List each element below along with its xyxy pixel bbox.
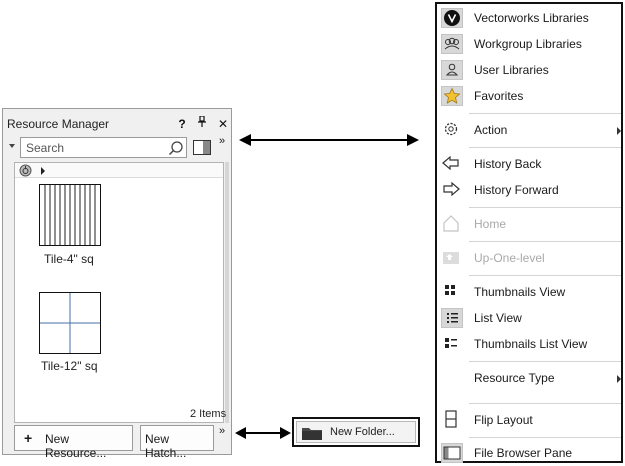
resource-thumbnail[interactable] xyxy=(39,184,101,246)
path-bar xyxy=(15,163,223,178)
resource-manager-menu: Vectorworks Libraries Workgroup Librarie… xyxy=(435,2,623,463)
menu-item-history-forward[interactable]: History Forward xyxy=(437,178,621,202)
menu-item-list-view[interactable]: List View xyxy=(437,306,621,330)
menu-item-favorites[interactable]: Favorites xyxy=(437,84,621,108)
menu-item-thumbnails-list-view[interactable]: Thumbnails List View xyxy=(437,332,621,356)
plus-icon: + xyxy=(24,430,33,446)
scrollbar[interactable] xyxy=(225,162,229,423)
menu-item-flip-layout[interactable]: Flip Layout xyxy=(437,408,621,432)
thumb-list-icon xyxy=(441,334,463,354)
resource-browser-content: Tile-4" sq Tile-12" sq xyxy=(14,162,224,423)
menu-item-action[interactable]: Action xyxy=(437,118,621,142)
menu-item-label: Home xyxy=(474,217,507,231)
new-folder-callout: New Folder... xyxy=(292,417,420,447)
new-hatch-button[interactable]: New Hatch... xyxy=(140,425,214,460)
flip-icon xyxy=(441,410,463,430)
menu-item-label: Flip Layout xyxy=(474,413,533,427)
menu-item-label: Resource Type xyxy=(474,371,555,385)
menu-separator xyxy=(469,403,621,404)
folder-icon xyxy=(301,425,323,444)
search-placeholder: Search xyxy=(26,141,65,155)
menu-item-label: Workgroup Libraries xyxy=(474,37,582,51)
menu-item-workgroup-libraries[interactable]: Workgroup Libraries xyxy=(437,32,621,56)
double-arrow-connector xyxy=(235,427,291,439)
new-resource-button[interactable]: + New Resource... xyxy=(14,425,133,460)
file-icon[interactable] xyxy=(19,164,32,180)
overflow-chevron-icon[interactable]: » xyxy=(219,135,225,147)
menu-separator xyxy=(469,113,621,114)
menu-item-home: Home xyxy=(437,212,621,236)
menu-item-label: Thumbnails List View xyxy=(474,337,588,351)
grid-icon xyxy=(441,282,463,302)
menu-separator xyxy=(469,437,621,438)
folder-up-icon xyxy=(441,248,463,268)
pin-icon[interactable] xyxy=(195,115,209,131)
menu-item-label: List View xyxy=(474,311,522,325)
new-folder-label: New Folder... xyxy=(330,426,395,438)
menu-item-vectorworks-libraries[interactable]: Vectorworks Libraries xyxy=(437,6,621,30)
pane-icon xyxy=(441,443,463,463)
new-resource-label: New Resource... xyxy=(45,432,107,460)
list-icon xyxy=(441,308,463,328)
close-button[interactable]: ✕ xyxy=(216,117,230,131)
menu-separator xyxy=(469,275,621,276)
home-icon xyxy=(441,214,463,234)
new-hatch-label: New Hatch... xyxy=(145,432,187,460)
new-folder-button[interactable]: New Folder... xyxy=(296,421,416,443)
menu-item-label: Up-One-level xyxy=(474,251,545,265)
overflow-chevron-icon[interactable]: » xyxy=(219,425,225,437)
resource-manager-palette: Resource Manager ? ✕ Search » Tile-4" sq… xyxy=(2,108,232,460)
star-icon xyxy=(441,86,463,106)
menu-item-label: Action xyxy=(474,123,508,137)
arrow-left-icon xyxy=(441,154,463,174)
resource-name[interactable]: Tile-4" sq xyxy=(44,252,94,266)
menu-item-label: Thumbnails View xyxy=(474,285,566,299)
menu-item-label: Vectorworks Libraries xyxy=(474,11,589,25)
submenu-arrow-icon xyxy=(617,375,621,383)
palette-title: Resource Manager xyxy=(7,117,110,131)
pane-toggle-button[interactable] xyxy=(193,140,211,155)
menu-item-label: History Back xyxy=(474,157,542,171)
workgroup-icon xyxy=(441,34,463,54)
search-icon[interactable] xyxy=(168,140,184,159)
menu-item-label: Favorites xyxy=(474,89,524,103)
menu-item-label: User Libraries xyxy=(474,63,549,77)
expand-arrow-icon[interactable] xyxy=(41,167,45,175)
menu-item-up-one-level: Up-One-level xyxy=(437,246,621,270)
menu-separator xyxy=(469,361,621,362)
dropdown-arrow-icon[interactable] xyxy=(9,144,15,148)
menu-item-file-browser-pane[interactable]: File Browser Pane xyxy=(437,441,621,465)
menu-item-history-back[interactable]: History Back xyxy=(437,152,621,176)
submenu-arrow-icon xyxy=(617,127,621,135)
vectorworks-logo-icon xyxy=(441,8,463,28)
menu-separator xyxy=(469,241,621,242)
resource-name[interactable]: Tile-12" sq xyxy=(41,359,98,373)
double-arrow-connector xyxy=(239,134,419,146)
menu-item-thumbnails-view[interactable]: Thumbnails View xyxy=(437,280,621,304)
resource-thumbnail[interactable] xyxy=(39,292,101,354)
menu-item-label: History Forward xyxy=(474,183,559,197)
menu-separator xyxy=(469,207,621,208)
help-button[interactable]: ? xyxy=(175,117,189,131)
menu-separator xyxy=(469,147,621,148)
arrow-right-icon xyxy=(441,180,463,200)
user-icon xyxy=(441,60,463,80)
gear-icon xyxy=(441,120,463,140)
menu-item-label: File Browser Pane xyxy=(474,446,573,460)
menu-item-user-libraries[interactable]: User Libraries xyxy=(437,58,621,82)
item-count: 2 Items xyxy=(190,408,227,420)
search-input[interactable]: Search xyxy=(20,137,187,158)
menu-item-resource-type[interactable]: Resource Type xyxy=(437,366,621,390)
